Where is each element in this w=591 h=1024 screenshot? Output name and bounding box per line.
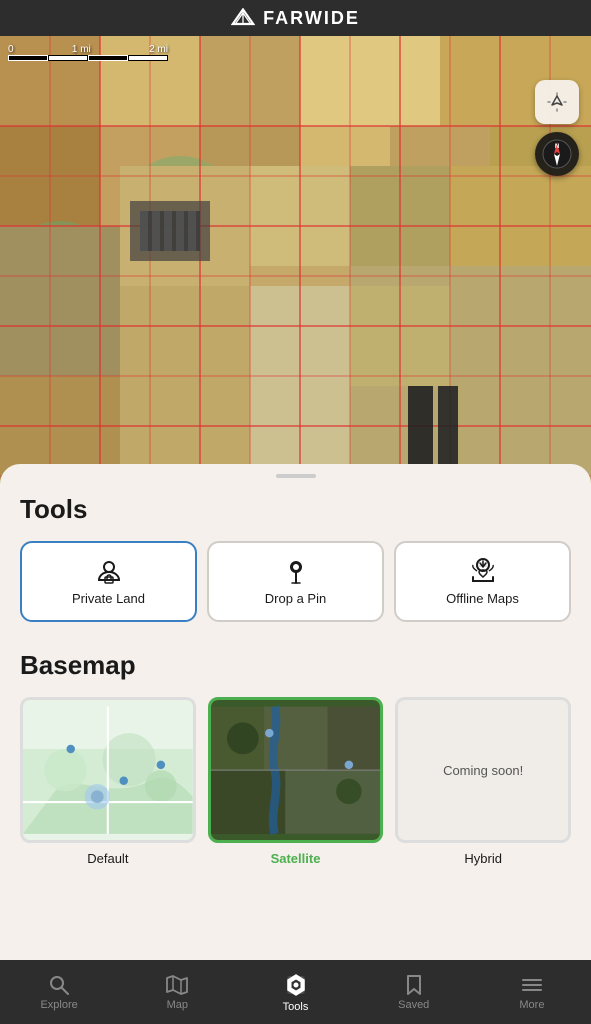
nav-saved-label: Saved [398,999,429,1011]
map-svg [0,36,591,524]
nav-tools-label: Tools [283,1001,309,1013]
tools-section-title: Tools [20,494,571,525]
svg-text:N: N [555,144,559,150]
explore-icon [48,974,70,996]
basemap-hybrid[interactable]: Coming soon! Hybrid [395,697,571,866]
compass-icon: N [541,138,573,170]
app-header: FARWIDE [0,0,591,36]
basemap-default-thumb [20,697,196,843]
nav-map-label: Map [167,999,188,1011]
nav-explore[interactable]: Explore [0,966,118,1019]
saved-icon [403,974,425,996]
scale-bar: 0 1 mi 2 mi [8,44,168,63]
basemap-default[interactable]: Default [20,697,196,866]
offline-maps-icon [469,557,497,585]
nav-more-label: More [519,999,544,1011]
basemap-satellite-thumb [208,697,384,843]
nav-saved[interactable]: Saved [355,966,473,1019]
location-button[interactable] [535,80,579,124]
basemap-options-row: Default [20,697,571,866]
nav-tools[interactable]: Tools [236,964,354,1021]
tools-buttons-row: Private Land Drop a Pin [20,541,571,622]
basemap-hybrid-thumb: Coming soon! [395,697,571,843]
nav-more[interactable]: More [473,966,591,1019]
private-land-button[interactable]: Private Land [20,541,197,622]
bottom-sheet: Tools Private Land D [0,464,591,960]
nav-explore-label: Explore [40,999,77,1011]
private-land-icon [95,557,123,585]
basemap-default-label: Default [87,851,128,866]
more-icon [521,974,543,996]
offline-maps-button[interactable]: Offline Maps [394,541,571,622]
drop-pin-icon [282,557,310,585]
basemap-hybrid-label: Hybrid [464,851,502,866]
location-icon [546,91,568,113]
bottom-nav: Explore Map Tools Saved More [0,960,591,1024]
basemap-section-title: Basemap [20,650,571,681]
app-logo: FARWIDE [231,8,360,29]
basemap-satellite[interactable]: Satellite [208,697,384,866]
tools-icon [283,972,309,998]
map-icon [166,974,188,996]
map-view[interactable]: 0 1 mi 2 mi N [0,36,591,524]
drop-pin-button[interactable]: Drop a Pin [207,541,384,622]
basemap-satellite-label: Satellite [271,851,321,866]
logo-icon [231,8,255,28]
compass: N [535,132,579,176]
nav-map[interactable]: Map [118,966,236,1019]
